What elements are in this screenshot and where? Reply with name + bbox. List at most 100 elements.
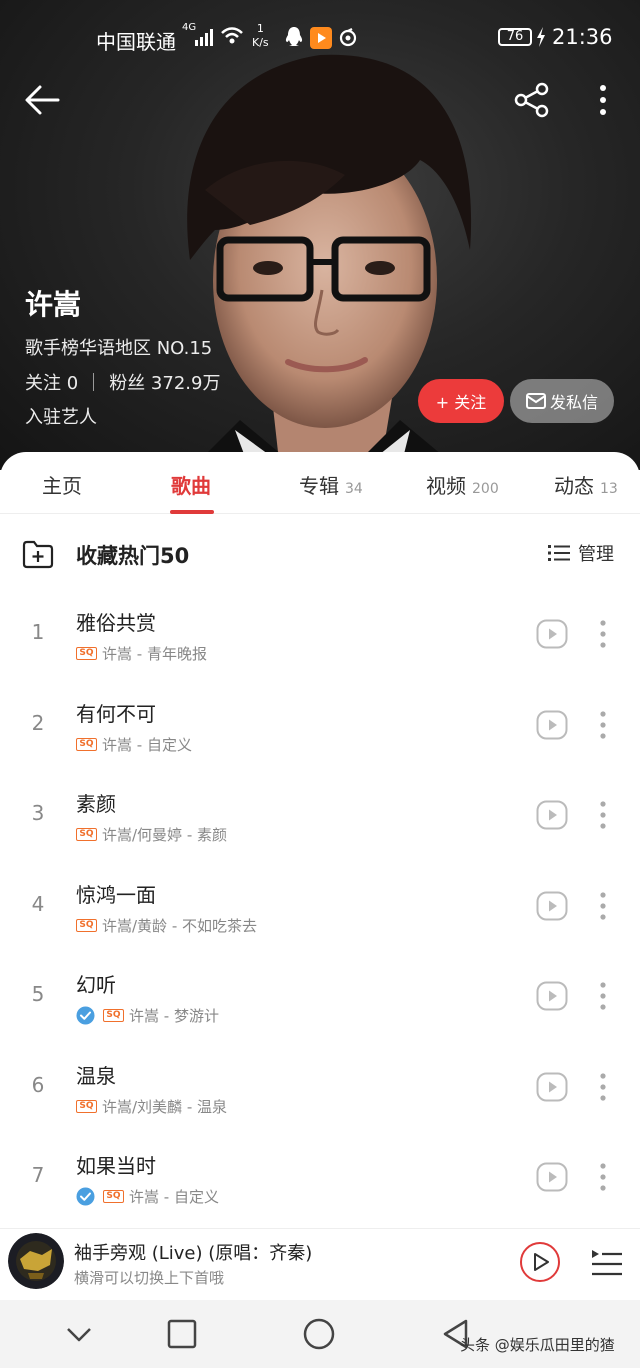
song-rank: 7 [31, 1163, 45, 1187]
more-vertical-icon[interactable] [594, 707, 612, 743]
tab-updates[interactable]: 动态 13 [554, 470, 618, 499]
song-row[interactable]: 3 素颜 SQ 许嵩/何曼婷 - 素颜 [0, 773, 640, 864]
video-app-icon [310, 27, 332, 49]
tab-home[interactable]: 主页 [42, 470, 82, 499]
tab-home-label: 主页 [42, 474, 82, 498]
song-list: 1 雅俗共赏 SQ 许嵩 - 青年晚报 2 有何不可 SQ 许嵩 - 自定义 3… [0, 592, 640, 1226]
play-icon[interactable] [518, 1240, 562, 1284]
more-vertical-icon[interactable] [594, 797, 612, 833]
song-row[interactable]: 4 惊鸿一面 SQ 许嵩/黄龄 - 不如吃茶去 [0, 864, 640, 955]
network-speed-value: 1 [256, 22, 264, 35]
home-icon[interactable] [302, 1317, 336, 1351]
mini-player[interactable]: 袖手旁观 (Live) (原唱：齐秦) 横滑可以切换上下首哦 [0, 1228, 640, 1300]
song-title[interactable]: 温泉 [76, 1060, 116, 1089]
qq-icon [285, 27, 303, 46]
wifi-icon [221, 27, 243, 44]
song-title[interactable]: 如果当时 [76, 1150, 156, 1179]
video-play-icon[interactable] [536, 619, 568, 649]
song-meta: SQ 许嵩 - 自定义 [76, 1186, 219, 1207]
tab-songs-label: 歌曲 [171, 474, 211, 498]
playlist-queue-icon[interactable] [588, 1247, 624, 1279]
song-rank: 4 [31, 891, 45, 916]
more-vertical-icon[interactable] [594, 978, 612, 1014]
sq-quality-badge: SQ [103, 1190, 124, 1203]
song-rank: 3 [31, 801, 45, 825]
tab-videos[interactable]: 视频 200 [426, 470, 499, 499]
artist-name: 许嵩 [25, 288, 82, 321]
tab-songs[interactable]: 歌曲 [171, 470, 211, 499]
song-meta: SQ 许嵩 - 梦游计 [76, 1005, 219, 1026]
add-folder-icon[interactable] [22, 539, 54, 569]
song-row[interactable]: 1 雅俗共赏 SQ 许嵩 - 青年晚报 [0, 592, 640, 683]
back-arrow-icon[interactable] [22, 82, 62, 118]
send-message-button[interactable]: 发私信 [510, 379, 614, 423]
album-art-thumbnail[interactable] [8, 1233, 64, 1289]
content-panel: 主页 歌曲 专辑 34 视频 200 动态 13 收藏热门50 管理 1 雅俗共… [0, 452, 640, 1228]
video-play-icon[interactable] [536, 1162, 568, 1192]
following-count[interactable]: 关注 0 [25, 369, 78, 395]
collect-hot-label[interactable]: 收藏热门50 [76, 540, 189, 570]
list-icon [548, 545, 570, 561]
song-row[interactable]: 5 幻听 SQ 许嵩 - 梦游计 [0, 954, 640, 1045]
song-title[interactable]: 有何不可 [76, 698, 156, 727]
song-artist-album: 许嵩/刘美麟 - 温泉 [102, 1097, 228, 1116]
song-artist-album: 许嵩 - 青年晚报 [102, 645, 207, 663]
clock: 21:36 [552, 25, 613, 49]
mail-icon [525, 393, 546, 409]
manage-button[interactable]: 管理 [548, 540, 614, 566]
chevron-down-icon[interactable] [64, 1320, 94, 1348]
song-artist-album: 许嵩 - 梦游计 [129, 1007, 219, 1025]
sq-quality-badge: SQ [76, 828, 97, 841]
system-navigation-bar: 头条 @娱乐瓜田里的猹 [0, 1300, 640, 1368]
now-playing-title[interactable]: 袖手旁观 (Live) (原唱：齐秦) [74, 1239, 312, 1265]
tab-bar: 主页 歌曲 专辑 34 视频 200 动态 13 [0, 452, 640, 514]
sq-quality-badge: SQ [76, 1099, 97, 1113]
follow-button[interactable]: + 关注 [418, 379, 504, 423]
song-row[interactable]: 2 有何不可 SQ 许嵩 - 自定义 [0, 683, 640, 774]
chart-rank[interactable]: 歌手榜华语地区 NO.15 [25, 334, 212, 360]
network-speed: 1 K/s [252, 22, 269, 50]
more-vertical-icon[interactable] [594, 616, 612, 652]
recent-apps-icon[interactable] [166, 1318, 198, 1350]
song-row[interactable]: 7 如果当时 SQ 许嵩 - 自定义 [0, 1135, 640, 1226]
song-meta: SQ 许嵩/何曼婷 - 素颜 [76, 824, 227, 845]
song-title[interactable]: 幻听 [76, 969, 116, 998]
more-vertical-icon[interactable] [594, 1159, 612, 1195]
share-icon[interactable] [512, 82, 552, 118]
tab-albums-label: 专辑 [299, 474, 339, 498]
song-meta: SQ 许嵩/黄龄 - 不如吃茶去 [76, 915, 257, 936]
sq-quality-badge: SQ [103, 1009, 124, 1022]
song-artist-album: 许嵩/何曼婷 - 素颜 [102, 826, 228, 844]
charging-icon [537, 27, 545, 47]
more-vertical-icon[interactable] [594, 888, 612, 924]
verified-icon [76, 1006, 95, 1025]
settled-artist-label: 入驻艺人 [25, 407, 97, 428]
song-meta: SQ 许嵩/刘美麟 - 温泉 [76, 1096, 227, 1117]
video-play-icon[interactable] [536, 981, 568, 1011]
more-vertical-icon[interactable] [594, 1069, 612, 1105]
more-vertical-icon[interactable] [588, 82, 618, 118]
song-title[interactable]: 惊鸿一面 [76, 879, 156, 908]
watermark: 头条 @娱乐瓜田里的猹 [460, 1336, 615, 1354]
song-row[interactable]: 6 温泉 SQ 许嵩/刘美麟 - 温泉 [0, 1045, 640, 1136]
tab-videos-label: 视频 [426, 474, 466, 498]
fans-count[interactable]: 粉丝 372.9万 [109, 369, 220, 395]
song-meta: SQ 许嵩 - 自定义 [76, 734, 192, 755]
tab-albums[interactable]: 专辑 34 [299, 470, 363, 499]
song-rank: 2 [31, 710, 45, 735]
song-rank: 1 [31, 620, 45, 644]
song-artist-album: 许嵩 - 自定义 [102, 735, 192, 754]
video-play-icon[interactable] [536, 891, 568, 921]
collect-hot-row: 收藏热门50 管理 [0, 514, 640, 592]
signal-icon [195, 29, 213, 46]
video-play-icon[interactable] [536, 800, 568, 830]
artist-header: 中国联通 4G 1 K/s 76 21:36 许嵩 歌手榜华语地区 NO.15 … [0, 0, 640, 470]
battery-indicator: 76 [498, 28, 532, 46]
video-play-icon[interactable] [536, 710, 568, 740]
tab-updates-label: 动态 [554, 474, 594, 498]
send-message-label: 发私信 [549, 393, 598, 412]
song-title[interactable]: 素颜 [76, 788, 116, 817]
song-rank: 6 [31, 1072, 45, 1097]
video-play-icon[interactable] [536, 1072, 568, 1102]
song-title[interactable]: 雅俗共赏 [76, 607, 156, 636]
